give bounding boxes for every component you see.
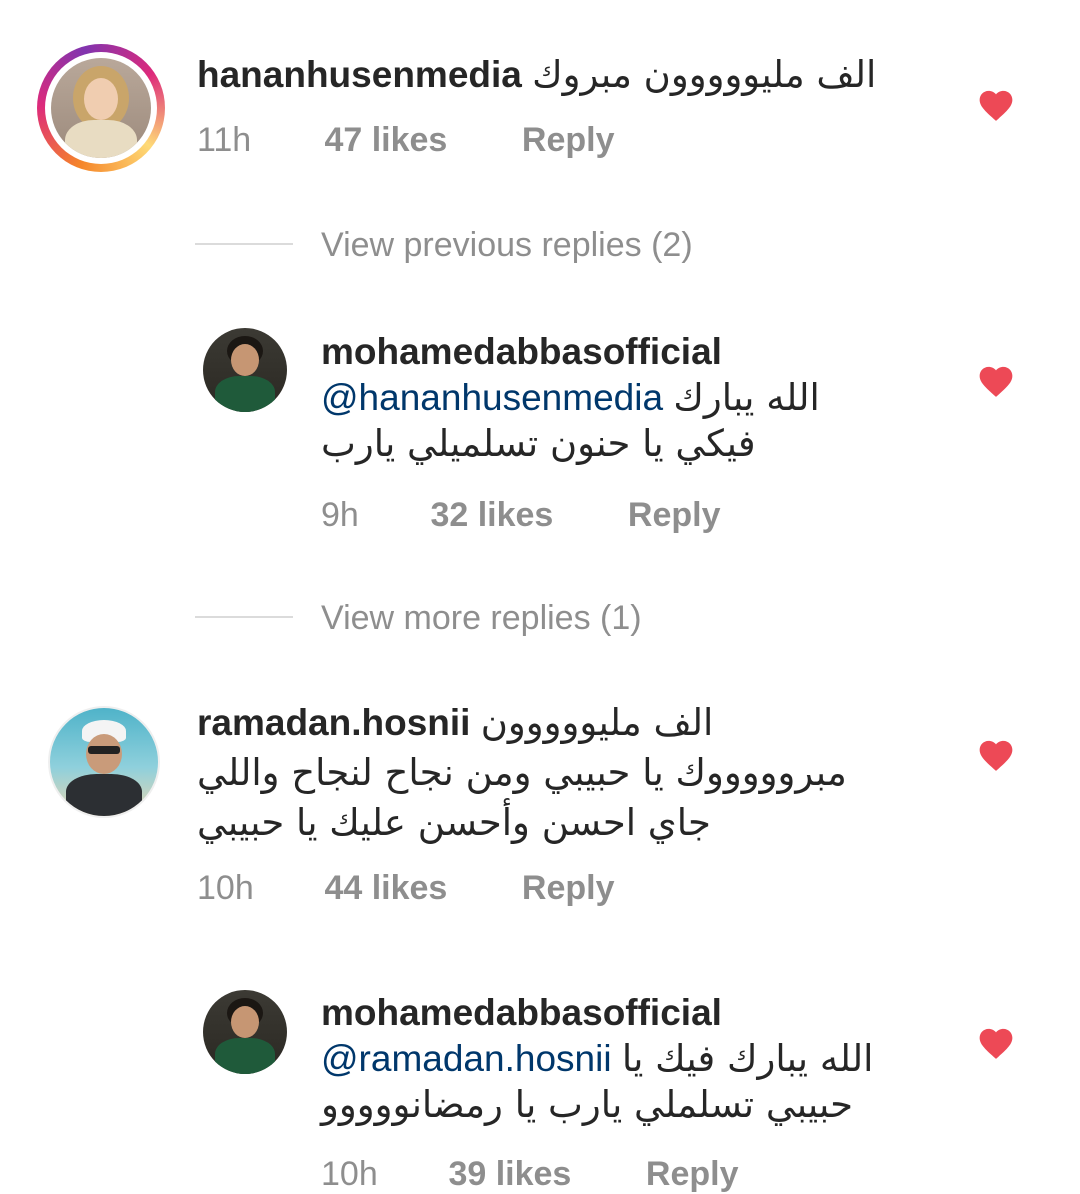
avatar[interactable] — [48, 706, 160, 818]
comment-meta: 9h 32 likes Reply — [321, 496, 721, 535]
username[interactable]: mohamedabbasofficial — [321, 329, 961, 375]
reply-button[interactable]: Reply — [522, 869, 615, 908]
comment-meta: 11h 47 likes Reply — [197, 121, 615, 160]
timestamp: 10h — [321, 1155, 378, 1193]
likes-count[interactable]: 39 likes — [448, 1155, 636, 1194]
view-previous-replies-link[interactable]: View previous replies (2) — [321, 226, 693, 265]
heart-icon[interactable] — [976, 362, 1016, 398]
comment-text: ramadan.hosnii الف مليووووون مبروووووك ي… — [197, 700, 937, 846]
mention-link[interactable]: @hananhusenmedia — [321, 377, 663, 418]
comment-body: الله يبارك — [673, 376, 820, 419]
timestamp: 11h — [197, 121, 252, 159]
replies-divider — [195, 616, 293, 618]
comment-body: الله يبارك فيك يا — [621, 1037, 874, 1080]
username[interactable]: hananhusenmedia — [197, 54, 522, 95]
comment-body: الف مليووووون مبروك — [532, 53, 877, 96]
comment-text: mohamedabbasofficial @ramadan.hosnii الل… — [321, 990, 961, 1128]
comment-body-line: جاي احسن وأحسن عليك يا حبيبي — [197, 801, 711, 844]
username[interactable]: ramadan.hosnii — [197, 702, 470, 743]
likes-count[interactable]: 47 likes — [324, 121, 512, 160]
timestamp: 9h — [321, 496, 359, 534]
comment-text: hananhusenmedia الف مليووووون مبروك — [197, 52, 917, 98]
comment-text: mohamedabbasofficial @hananhusenmedia ال… — [321, 329, 961, 467]
view-more-replies-link[interactable]: View more replies (1) — [321, 599, 642, 638]
username[interactable]: mohamedabbasofficial — [321, 990, 961, 1036]
replies-divider — [195, 243, 293, 245]
mention-link[interactable]: @ramadan.hosnii — [321, 1038, 612, 1079]
comment-body-line: مبروووووك يا حبيبي ومن نجاح لنجاح واللي — [197, 751, 847, 794]
likes-count[interactable]: 44 likes — [324, 869, 512, 908]
comment-meta: 10h 39 likes Reply — [321, 1155, 739, 1194]
timestamp: 10h — [197, 869, 254, 907]
heart-icon[interactable] — [976, 86, 1016, 122]
comment-body-line: حبيبي تسلملي يارب يا رمضانووووو — [321, 1083, 854, 1126]
reply-button[interactable]: Reply — [646, 1155, 739, 1194]
comment-body: الف مليووووون — [480, 701, 714, 744]
avatar[interactable] — [45, 52, 157, 164]
likes-count[interactable]: 32 likes — [430, 496, 618, 535]
reply-button[interactable]: Reply — [522, 121, 615, 160]
reply-button[interactable]: Reply — [628, 496, 721, 535]
heart-icon[interactable] — [976, 1024, 1016, 1060]
avatar[interactable] — [203, 328, 287, 412]
comment-body-line: فيكي يا حنون تسلميلي يارب — [321, 422, 756, 465]
comment-meta: 10h 44 likes Reply — [197, 869, 615, 908]
avatar[interactable] — [203, 990, 287, 1074]
heart-icon[interactable] — [976, 736, 1016, 772]
